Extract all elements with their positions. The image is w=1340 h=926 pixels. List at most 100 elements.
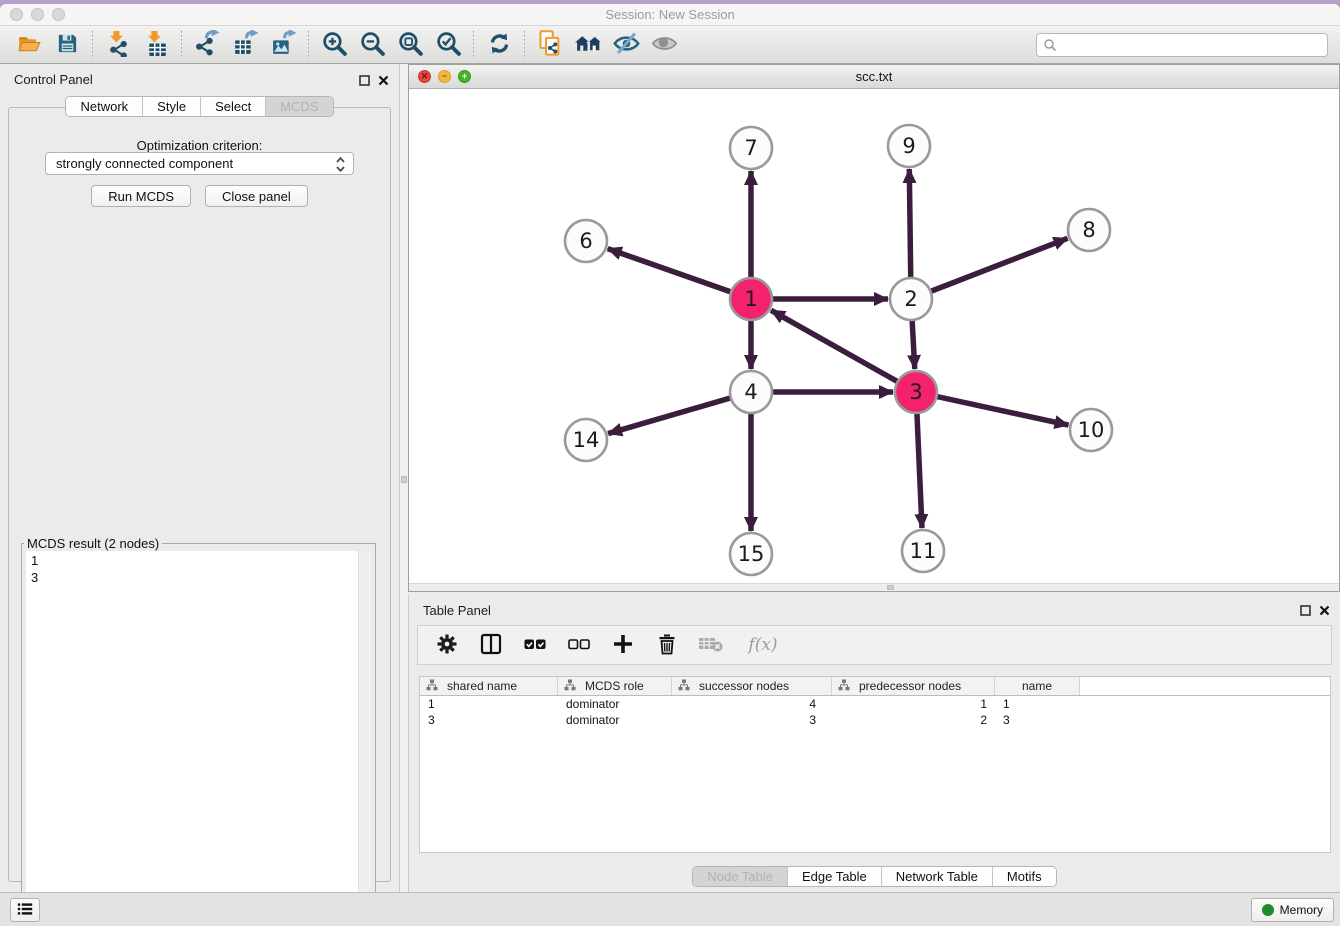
zoom-selected-button[interactable] <box>429 29 467 61</box>
column-header-name[interactable]: name <box>995 677 1080 695</box>
close-panel-button[interactable]: Close panel <box>205 185 308 207</box>
unchecked-boxes-icon <box>567 632 591 659</box>
run-mcds-button[interactable]: Run MCDS <box>91 185 191 207</box>
zoom-out-button[interactable] <box>353 29 391 61</box>
tab-motifs[interactable]: Motifs <box>993 867 1056 886</box>
divider-grip[interactable] <box>887 585 894 590</box>
hide-selected-button[interactable] <box>607 29 645 61</box>
close-panel-icon[interactable] <box>1319 603 1330 621</box>
table-cell[interactable]: dominator <box>558 712 672 728</box>
columns-icon <box>479 632 503 659</box>
mcds-result-text[interactable]: 1 3 <box>26 551 371 908</box>
tab-network-table[interactable]: Network Table <box>882 867 993 886</box>
table-cell[interactable]: 3 <box>672 712 832 728</box>
open-folder-icon <box>16 30 43 60</box>
column-header-predecessor-nodes[interactable]: predecessor nodes <box>832 677 995 695</box>
import-table-button[interactable] <box>137 29 175 61</box>
select-all-columns-button[interactable] <box>520 630 550 660</box>
apply-layout-button[interactable] <box>480 29 518 61</box>
table-cell[interactable]: 1 <box>995 696 1080 712</box>
gear-icon <box>435 632 459 659</box>
delete-table-icon <box>698 633 724 658</box>
mcds-result-title: MCDS result (2 nodes) <box>24 536 162 551</box>
export-network-button[interactable] <box>188 29 226 61</box>
tab-network[interactable]: Network <box>66 97 143 116</box>
table-cell[interactable]: dominator <box>558 696 672 712</box>
search-input[interactable] <box>1036 33 1328 57</box>
column-header-shared-name[interactable]: shared name <box>420 677 558 695</box>
table-cell[interactable]: 3 <box>995 712 1080 728</box>
export-image-icon <box>270 30 297 60</box>
zoom-fit-button[interactable] <box>391 29 429 61</box>
show-columns-button[interactable] <box>476 630 506 660</box>
unselect-all-columns-button[interactable] <box>564 630 594 660</box>
tab-mcds[interactable]: MCDS <box>266 97 332 116</box>
column-type-icon <box>564 679 576 694</box>
criterion-dropdown[interactable]: strongly connected component <box>45 152 354 175</box>
toolbar-separator <box>92 31 93 59</box>
column-type-icon <box>678 679 690 694</box>
column-header-mcds-role[interactable]: MCDS role <box>558 677 672 695</box>
control-panel-title: Control Panel <box>14 72 93 87</box>
first-neighbors-button[interactable] <box>569 29 607 61</box>
delete-table-button[interactable] <box>696 630 726 660</box>
graph-edge-2-8[interactable] <box>911 238 1068 299</box>
panel-divider[interactable] <box>400 64 408 892</box>
float-panel-icon[interactable] <box>359 73 370 91</box>
table-cell[interactable]: 1 <box>832 696 995 712</box>
tab-select[interactable]: Select <box>201 97 266 116</box>
import-network-button[interactable] <box>99 29 137 61</box>
table-cell[interactable]: 4 <box>672 696 832 712</box>
task-history-button[interactable] <box>10 898 40 922</box>
save-session-button[interactable] <box>48 29 86 61</box>
tab-node-table[interactable]: Node Table <box>693 867 788 886</box>
graph-edge-3-10[interactable] <box>916 392 1069 425</box>
table-cell[interactable]: 2 <box>832 712 995 728</box>
table-row[interactable]: 3dominator323 <box>420 712 1330 728</box>
float-panel-icon[interactable] <box>1300 603 1311 621</box>
export-table-icon <box>232 30 259 60</box>
function-builder-button[interactable]: f(x) <box>740 630 786 660</box>
network-bottom-divider[interactable] <box>409 583 1339 591</box>
export-image-button[interactable] <box>264 29 302 61</box>
houses-icon <box>573 28 604 62</box>
search-icon <box>1043 38 1057 57</box>
network-canvas[interactable]: 7968124314101511 <box>409 90 1339 583</box>
graph-edge-4-14[interactable] <box>608 392 751 434</box>
table-row[interactable]: 1dominator411 <box>420 696 1330 712</box>
network-file-icon <box>536 29 565 61</box>
table-mode-button[interactable] <box>432 630 462 660</box>
graph-node-label: 10 <box>1078 418 1105 442</box>
main-toolbar <box>0 26 1340 64</box>
export-table-button[interactable] <box>226 29 264 61</box>
network-window-titlebar[interactable]: ✕ − + scc.txt <box>409 65 1339 89</box>
graph-edge-1-6[interactable] <box>608 249 751 299</box>
tab-style[interactable]: Style <box>143 97 201 116</box>
mcds-result-scrollbar[interactable] <box>358 551 371 908</box>
graph-edge-3-1[interactable] <box>771 310 916 392</box>
table-tabs: Node Table Edge Table Network Table Moti… <box>409 866 1340 887</box>
close-panel-icon[interactable] <box>378 73 389 91</box>
memory-button[interactable]: Memory <box>1251 898 1334 922</box>
table-cell[interactable]: 1 <box>420 696 558 712</box>
main-titlebar: Session: New Session <box>0 4 1340 26</box>
table-cell[interactable]: 3 <box>420 712 558 728</box>
control-panel-tabs: Network Style Select MCDS <box>0 96 399 117</box>
zoom-out-icon <box>359 30 386 60</box>
zoom-selected-icon <box>435 30 462 60</box>
delete-columns-button[interactable] <box>652 630 682 660</box>
zoom-in-button[interactable] <box>315 29 353 61</box>
zoom-fit-icon <box>397 30 424 60</box>
network-view-window: ✕ − + scc.txt 7968124314101511 <box>408 64 1340 592</box>
save-floppy-icon <box>55 31 80 59</box>
show-all-button[interactable] <box>645 29 683 61</box>
column-header-successor-nodes[interactable]: successor nodes <box>672 677 832 695</box>
graph-node-label: 9 <box>902 134 915 158</box>
create-column-button[interactable] <box>608 630 638 660</box>
open-session-button[interactable] <box>10 29 48 61</box>
mcds-panel: Optimization criterion: strongly connect… <box>8 107 391 882</box>
criterion-dropdown-value: strongly connected component <box>56 156 233 171</box>
new-network-from-selection-button[interactable] <box>531 29 569 61</box>
divider-grip[interactable] <box>401 476 407 483</box>
tab-edge-table[interactable]: Edge Table <box>788 867 882 886</box>
